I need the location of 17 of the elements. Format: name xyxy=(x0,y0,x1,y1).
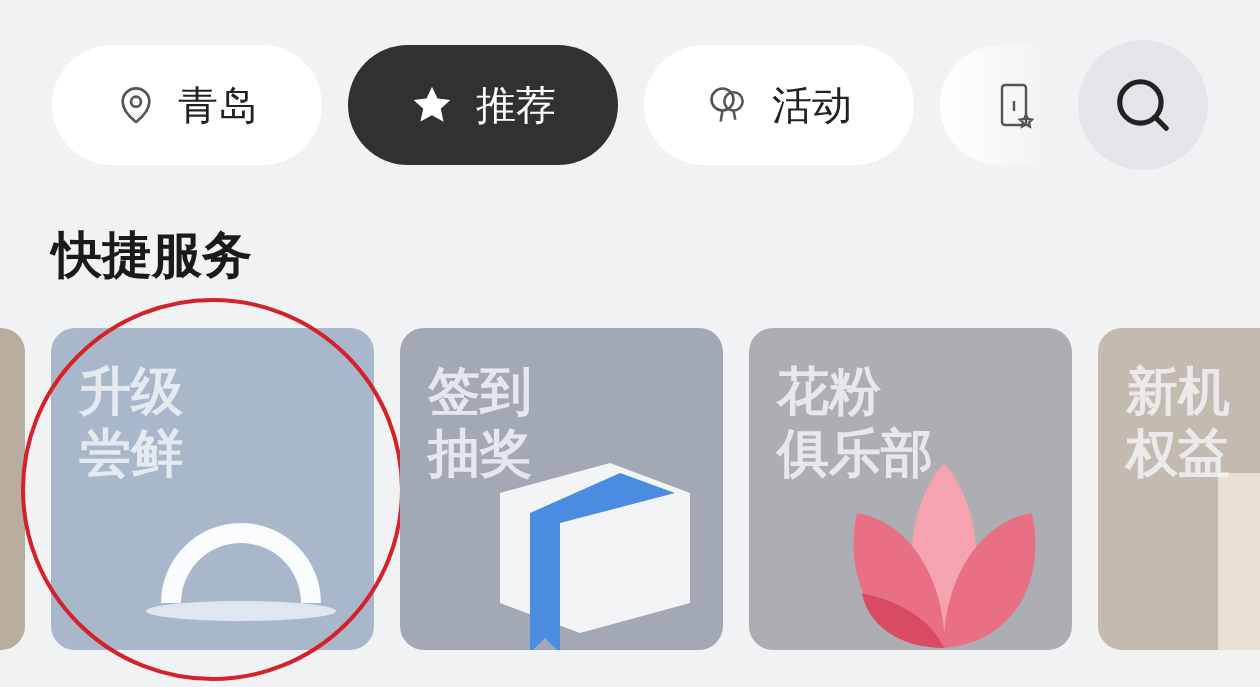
tile-title-line: 俱乐部 xyxy=(777,422,933,484)
tile-title-line: 新机 xyxy=(1126,360,1230,422)
category-tab[interactable]: 推荐 xyxy=(348,45,618,165)
tile-title-line: 权益 xyxy=(1126,422,1230,484)
tile-title-line: 抽奖 xyxy=(428,422,532,484)
card-star-icon xyxy=(998,81,1034,129)
service-tile[interactable]: 新机 权益 xyxy=(1098,328,1260,650)
tile-title-line: 升级 xyxy=(79,360,183,422)
tile-title-line: 签到 xyxy=(428,360,532,422)
tile-title-line: 花粉 xyxy=(777,360,881,422)
service-tile[interactable]: 花粉 俱乐部 xyxy=(749,328,1072,650)
service-tile[interactable]: 签到 抽奖 xyxy=(400,328,723,650)
category-tab[interactable]: 青岛 xyxy=(52,45,322,165)
service-tile[interactable]: 升级 尝鲜 xyxy=(51,328,374,650)
category-tab[interactable]: 活动 xyxy=(644,45,914,165)
section-title: 快捷服务 xyxy=(0,230,1260,280)
tile-title-line: 尝鲜 xyxy=(79,422,183,484)
